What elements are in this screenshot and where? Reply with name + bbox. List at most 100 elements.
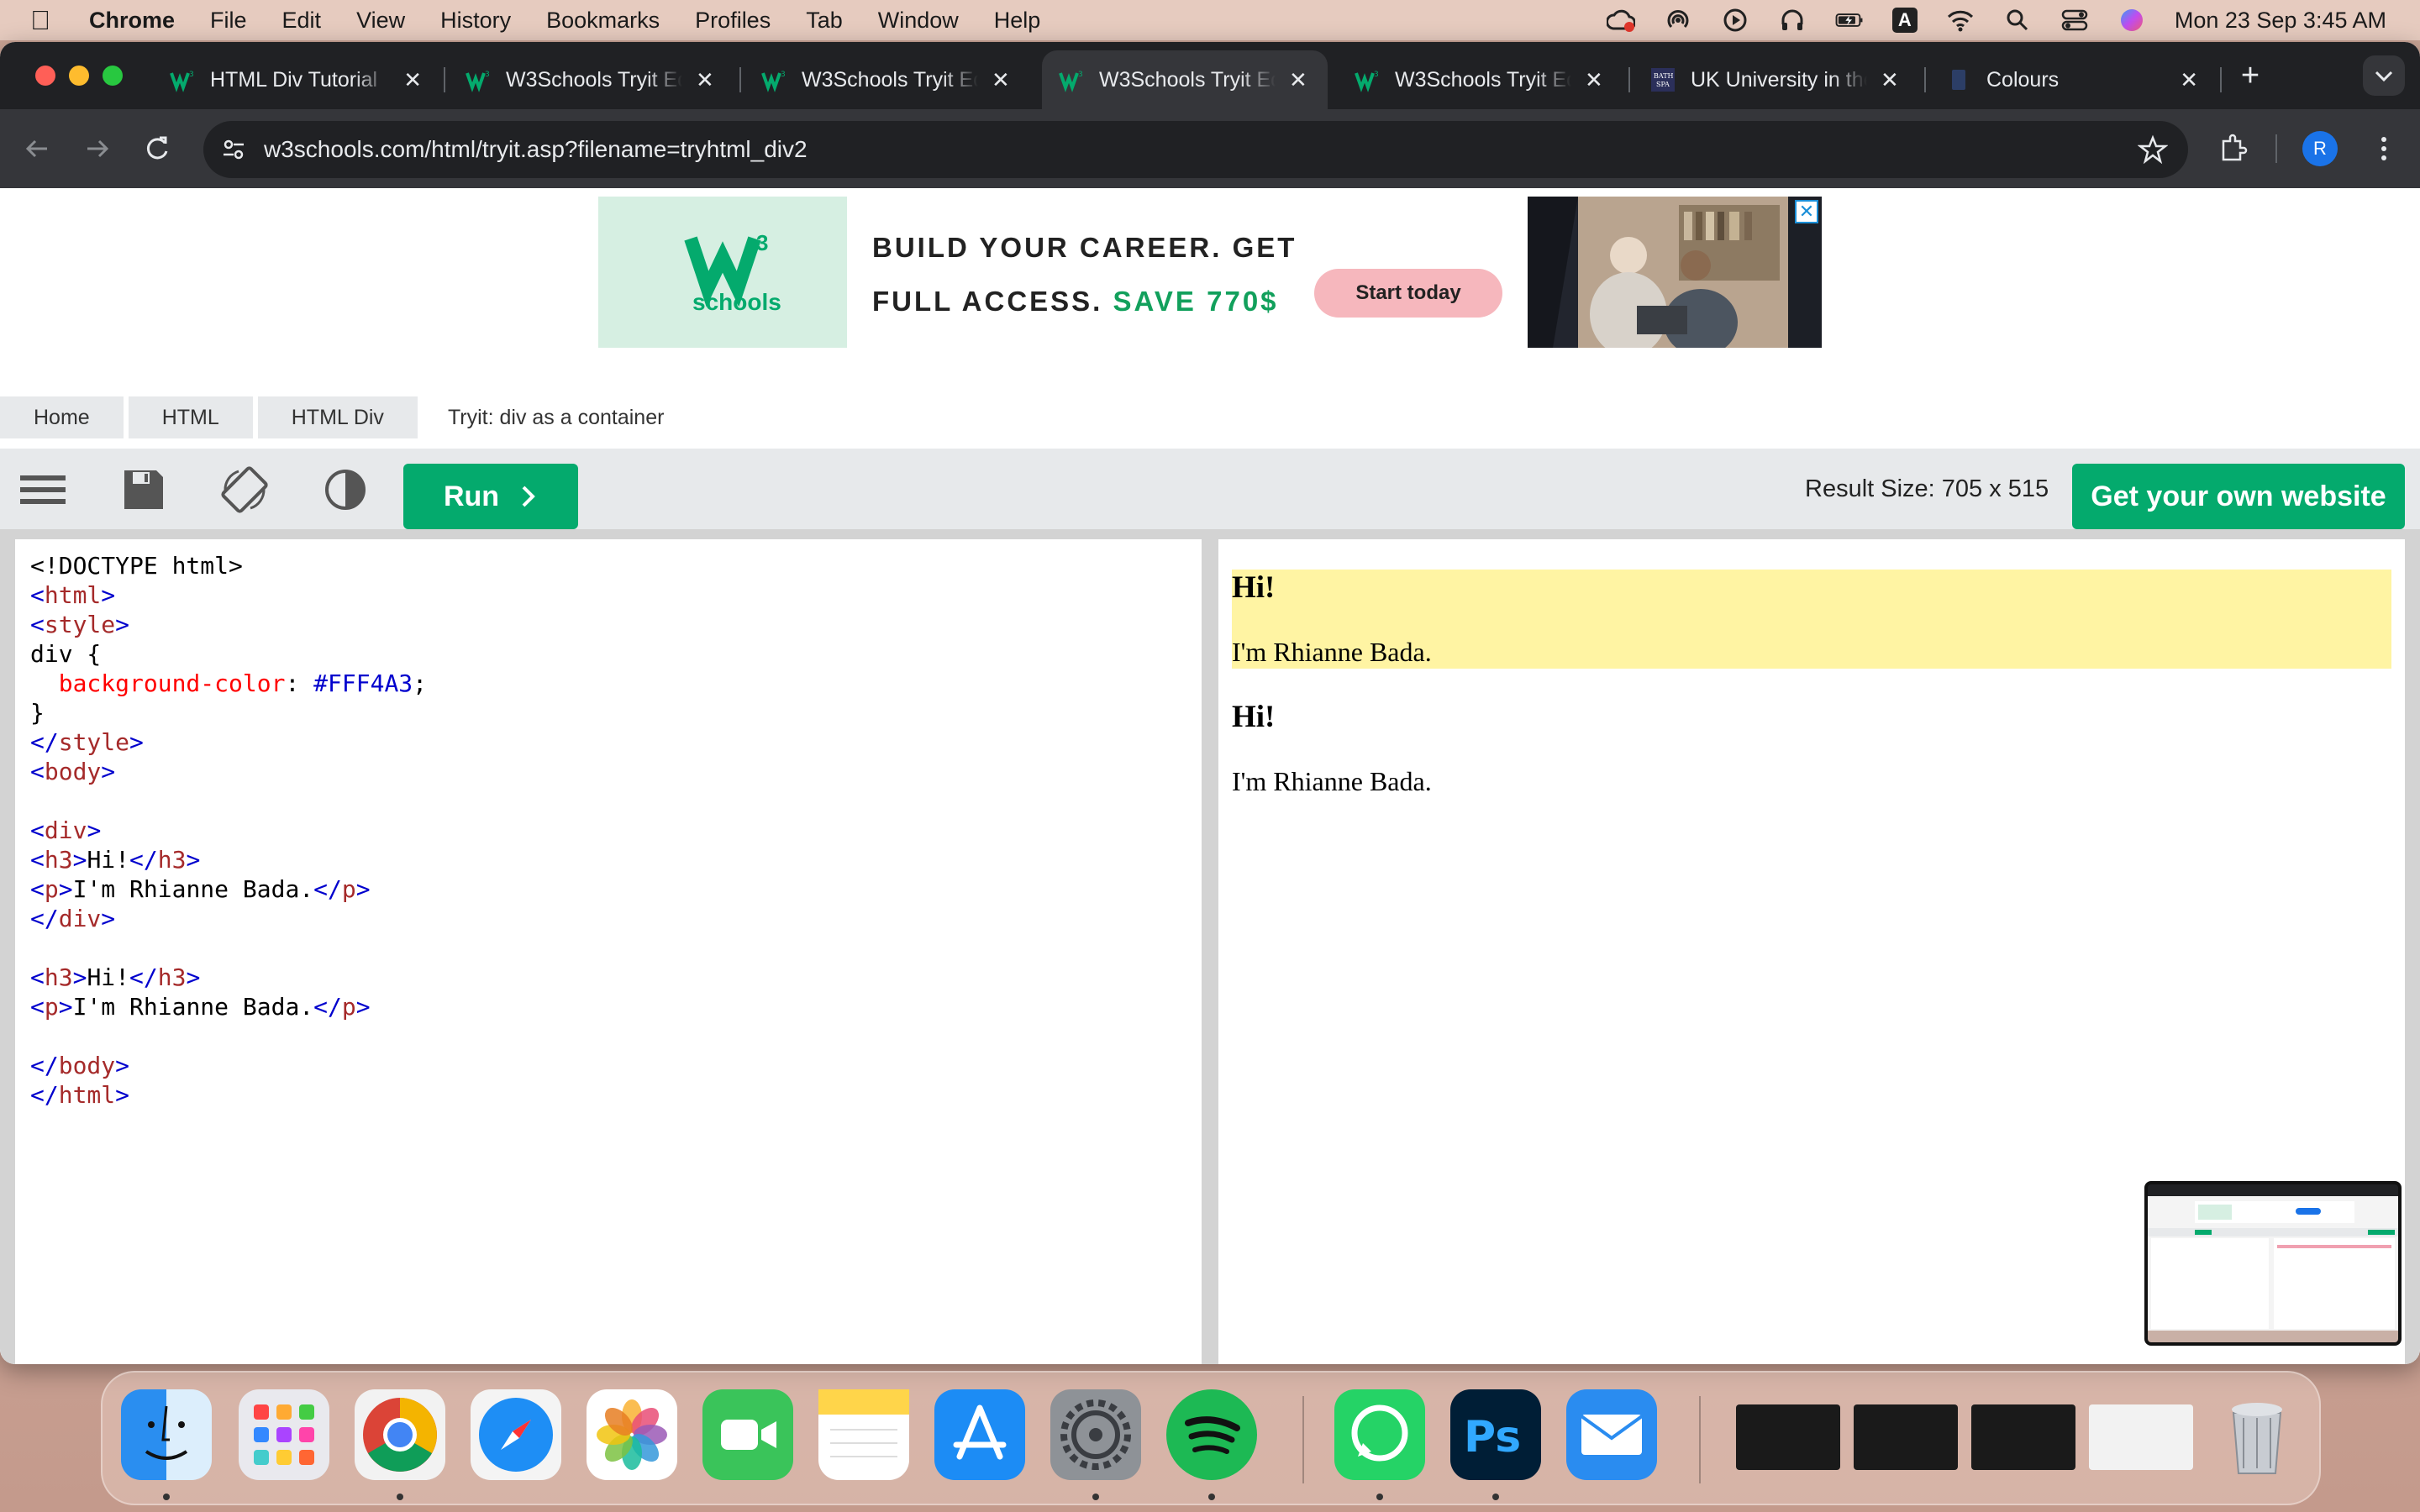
menu-tab[interactable]: Tab — [806, 8, 843, 34]
menu-app-name[interactable]: Chrome — [89, 8, 175, 34]
tab-uk-university[interactable]: BATH SPA UK University in the ✕ — [1634, 50, 1919, 109]
menu-history[interactable]: History — [440, 8, 511, 34]
system-settings-app-icon[interactable] — [1050, 1389, 1141, 1480]
headphones-icon[interactable] — [1778, 6, 1807, 34]
app-store-icon[interactable] — [934, 1389, 1025, 1480]
mail-app-icon[interactable] — [1566, 1389, 1657, 1480]
profile-avatar[interactable]: R — [2302, 131, 2338, 166]
close-tab-icon[interactable]: ✕ — [696, 67, 714, 93]
new-tab-button[interactable]: + — [2232, 57, 2269, 94]
close-tab-icon[interactable]: ✕ — [1289, 67, 1307, 93]
wifi-icon[interactable] — [1946, 6, 1975, 34]
code-line[interactable]: div { — [30, 639, 1202, 669]
close-tab-icon[interactable]: ✕ — [1585, 67, 1603, 93]
minimized-window-chrome[interactable] — [1854, 1404, 1958, 1470]
menu-view[interactable]: View — [356, 8, 405, 34]
maximize-window-button[interactable] — [103, 66, 123, 86]
menu-file[interactable]: File — [210, 8, 247, 34]
chrome-app-icon[interactable] — [355, 1389, 445, 1480]
code-line[interactable]: <div> — [30, 816, 1202, 845]
code-line[interactable]: <style> — [30, 610, 1202, 639]
spotlight-search-icon[interactable] — [2003, 6, 2032, 34]
photos-app-icon[interactable] — [587, 1389, 677, 1480]
close-tab-icon[interactable]: ✕ — [403, 67, 422, 93]
code-line[interactable]: <h3>Hi!</h3> — [30, 845, 1202, 874]
apple-icon[interactable]:  — [30, 5, 72, 36]
code-line[interactable]: } — [30, 698, 1202, 727]
now-playing-icon[interactable] — [1721, 6, 1749, 34]
facetime-app-icon[interactable] — [702, 1389, 793, 1480]
chrome-menu-icon[interactable] — [2365, 129, 2403, 168]
ad-start-today-button[interactable]: Start today — [1314, 269, 1502, 318]
code-line[interactable]: </html> — [30, 1080, 1202, 1110]
code-line[interactable]: <!DOCTYPE html> — [30, 551, 1202, 580]
address-bar[interactable]: w3schools.com/html/tryit.asp?filename=tr… — [203, 121, 2188, 178]
code-line[interactable]: ​ — [30, 1021, 1202, 1051]
dark-mode-contrast-icon[interactable] — [321, 465, 370, 514]
run-button[interactable]: Run — [403, 464, 578, 529]
tab-html-div-tutorial[interactable]: 3 HTML Div Tutorial ✕ — [153, 50, 439, 109]
menu-bookmarks[interactable]: Bookmarks — [546, 8, 660, 34]
code-line[interactable]: </style> — [30, 727, 1202, 757]
spotify-app-icon[interactable] — [1166, 1389, 1257, 1480]
back-arrow-icon[interactable] — [18, 129, 57, 168]
code-line[interactable]: </div> — [30, 904, 1202, 933]
ad-banner[interactable]: 3 schools BUILD YOUR CAREER. GET FULL AC… — [598, 197, 1822, 348]
minimized-window-chrome-2[interactable] — [2089, 1404, 2193, 1470]
code-line[interactable]: <h3>Hi!</h3> — [30, 963, 1202, 992]
battery-icon[interactable] — [1835, 6, 1864, 34]
menu-profiles[interactable]: Profiles — [695, 8, 771, 34]
tab-tryit-editor-active[interactable]: 3 W3Schools Tryit Editor ✕ — [1042, 50, 1328, 109]
forward-arrow-icon[interactable] — [77, 129, 116, 168]
site-info-icon[interactable] — [220, 136, 247, 163]
tab-tryit-editor-1[interactable]: 3 W3Schools Tryit Editor ✕ — [449, 50, 734, 109]
close-tab-icon[interactable]: ✕ — [2180, 67, 2198, 93]
tab-search-button[interactable] — [2363, 55, 2405, 96]
creative-cloud-icon[interactable] — [1606, 6, 1635, 34]
code-line[interactable]: <html> — [30, 580, 1202, 610]
close-window-button[interactable] — [35, 66, 55, 86]
input-source-icon[interactable]: A — [1891, 8, 1918, 33]
menu-clock[interactable]: Mon 23 Sep 3:45 AM — [2175, 8, 2386, 34]
launchpad-app-icon[interactable] — [239, 1389, 329, 1480]
code-line[interactable]: ​ — [30, 786, 1202, 816]
close-tab-icon[interactable]: ✕ — [992, 67, 1010, 93]
reload-icon[interactable] — [138, 129, 176, 168]
siri-icon[interactable] — [2118, 6, 2146, 34]
code-editor[interactable]: <!DOCTYPE html> <html> <style> div { backgr… — [15, 539, 1202, 1364]
get-your-own-website-button[interactable]: Get your own website — [2072, 464, 2405, 529]
close-tab-icon[interactable]: ✕ — [1881, 67, 1899, 93]
code-line[interactable]: <body> — [30, 757, 1202, 786]
tab-colours[interactable]: Colours ✕ — [1929, 50, 2215, 109]
menu-help[interactable]: Help — [994, 8, 1041, 34]
airdrop-icon[interactable] — [1664, 6, 1692, 34]
trash-icon[interactable] — [2212, 1389, 2302, 1480]
bookmark-star-icon[interactable] — [2137, 134, 2169, 165]
tab-tryit-editor-4[interactable]: 3 W3Schools Tryit Editor ✕ — [1338, 50, 1623, 109]
minimized-window-settings[interactable] — [1971, 1404, 2075, 1470]
notes-app-icon[interactable] — [818, 1389, 909, 1480]
photoshop-app-icon[interactable]: Ps — [1450, 1389, 1541, 1480]
code-line[interactable]: </body> — [30, 1051, 1202, 1080]
ad-close-button[interactable]: ✕ — [1795, 200, 1818, 223]
rotate-orientation-icon[interactable] — [220, 465, 269, 514]
code-line[interactable]: <p>I'm Rhianne Bada.</p> — [30, 992, 1202, 1021]
breadcrumb-home[interactable]: Home — [0, 396, 124, 438]
code-line[interactable]: background-color: #FFF4A3; — [30, 669, 1202, 698]
minimized-window-spotify[interactable] — [1736, 1404, 1840, 1470]
minimize-window-button[interactable] — [69, 66, 89, 86]
url-text[interactable]: w3schools.com/html/tryit.asp?filename=tr… — [264, 121, 808, 178]
control-center-icon[interactable] — [2060, 6, 2089, 34]
breadcrumb-html-div[interactable]: HTML Div — [257, 396, 418, 438]
menu-window[interactable]: Window — [878, 8, 959, 34]
breadcrumb-html[interactable]: HTML — [128, 396, 253, 438]
code-line[interactable]: <p>I'm Rhianne Bada.</p> — [30, 874, 1202, 904]
safari-app-icon[interactable] — [471, 1389, 561, 1480]
code-line[interactable]: ​ — [30, 933, 1202, 963]
whatsapp-app-icon[interactable] — [1334, 1389, 1425, 1480]
finder-app-icon[interactable] — [121, 1389, 212, 1480]
tab-tryit-editor-2[interactable]: 3 W3Schools Tryit Editor ✕ — [744, 50, 1030, 109]
screenshot-thumbnail[interactable] — [2144, 1181, 2402, 1346]
menu-edit[interactable]: Edit — [282, 8, 322, 34]
extensions-icon[interactable] — [2213, 129, 2252, 168]
